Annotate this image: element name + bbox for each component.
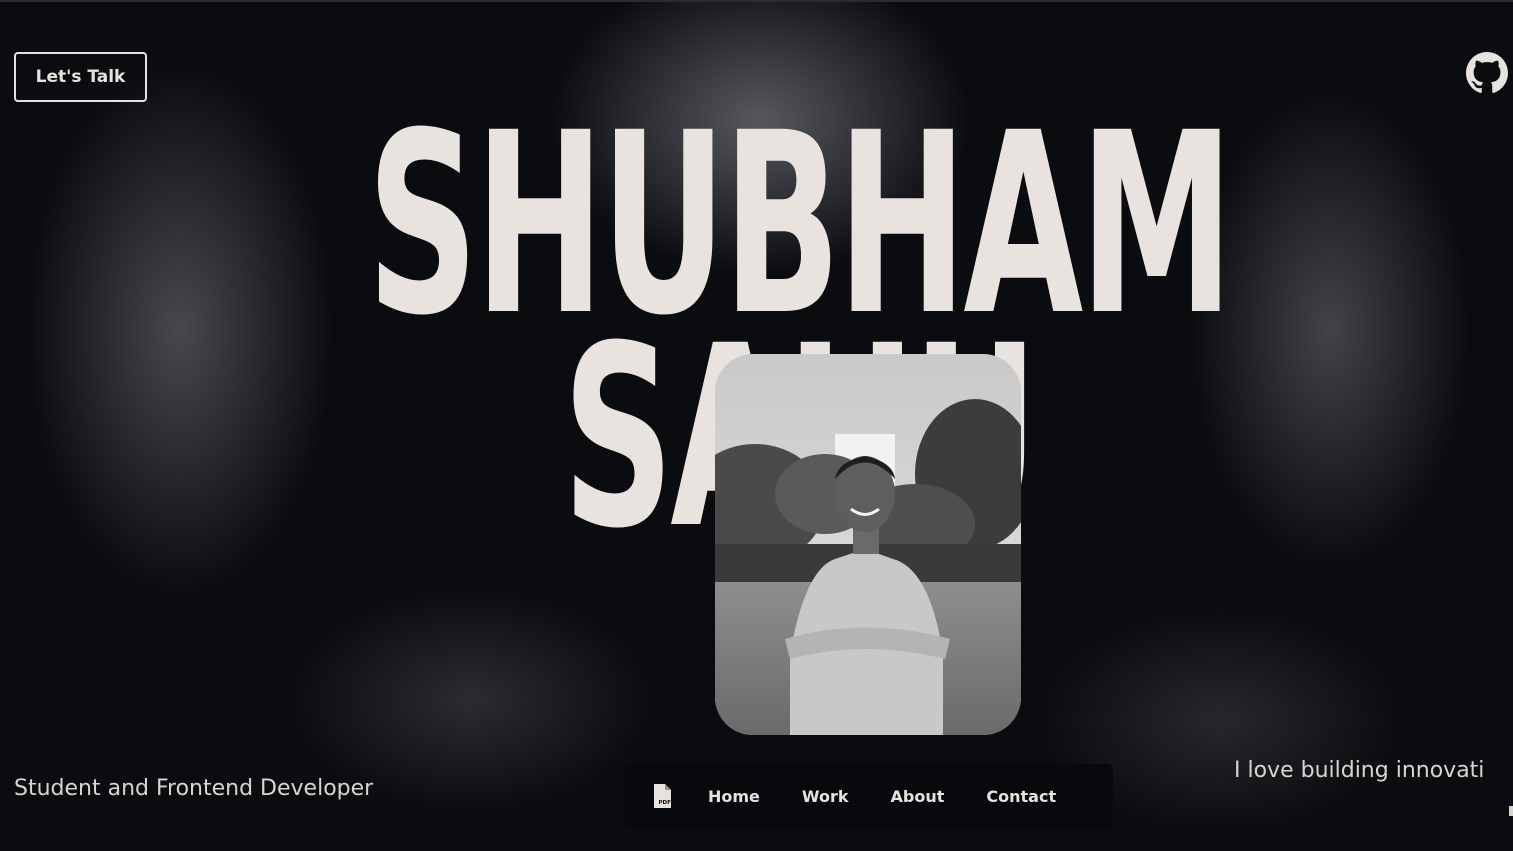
tagline: Student and Frontend Developer [14, 776, 374, 801]
pdf-file-icon[interactable]: PDF [650, 783, 674, 809]
nav-contact[interactable]: Contact [986, 787, 1056, 806]
nav-home[interactable]: Home [708, 787, 760, 806]
lets-talk-button[interactable]: Let's Talk [14, 52, 147, 102]
marquee-fragment [1509, 806, 1513, 816]
top-border [0, 0, 1513, 2]
nav-work[interactable]: Work [802, 787, 849, 806]
github-icon[interactable] [1466, 52, 1508, 94]
bottom-nav: PDF Home Work About Contact [624, 764, 1113, 828]
nav-about[interactable]: About [891, 787, 945, 806]
svg-text:PDF: PDF [659, 800, 672, 806]
profile-photo [715, 354, 1021, 735]
intro-marquee: I love building innovati [1234, 758, 1485, 783]
